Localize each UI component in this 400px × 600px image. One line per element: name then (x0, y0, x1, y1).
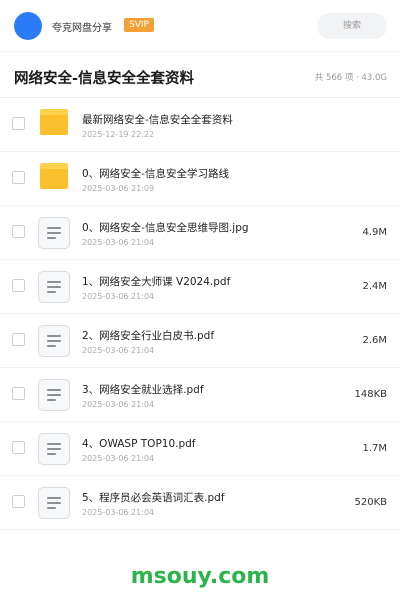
checkbox[interactable] (12, 117, 25, 130)
file-size: 2.4M (362, 281, 387, 292)
file-icon (38, 379, 70, 411)
file-name: 1、网络安全大师课 V2024.pdf (82, 276, 231, 288)
file-date: 2025-12-19 22:22 (82, 130, 155, 139)
checkbox[interactable] (12, 279, 25, 292)
list-item[interactable]: 4、OWASP TOP10.pdf 2025-03-06 21:04 1.7M (0, 422, 400, 476)
file-size: 520KB (354, 497, 387, 508)
svip-badge: SVIP (124, 18, 154, 32)
folder-header: 网络安全-信息安全全套资料 共 566 项 · 43.0G (0, 52, 400, 98)
checkbox[interactable] (12, 171, 25, 184)
file-date: 2025-03-06 21:04 (82, 292, 155, 301)
page-title: 网络安全-信息安全全套资料 (14, 71, 195, 87)
file-size: 4.9M (362, 227, 387, 238)
list-item[interactable]: 1、网络安全大师课 V2024.pdf 2025-03-06 21:04 2.4… (0, 260, 400, 314)
file-size: 2.6M (362, 335, 387, 346)
folder-icon (38, 109, 70, 141)
folder-icon (38, 163, 70, 195)
checkbox[interactable] (12, 387, 25, 400)
file-icon (38, 325, 70, 357)
search-input[interactable] (317, 13, 387, 39)
list-item[interactable]: 2、网络安全行业白皮书.pdf 2025-03-06 21:04 2.6M (0, 314, 400, 368)
list-item[interactable]: 3、网络安全就业选择.pdf 2025-03-06 21:04 148KB (0, 368, 400, 422)
list-item[interactable]: 0、网络安全-信息安全学习路线 2025-03-06 21:09 (0, 152, 400, 206)
checkbox[interactable] (12, 333, 25, 346)
top-bar: 夸克网盘分享 SVIP (0, 0, 400, 52)
file-name: 2、网络安全行业白皮书.pdf (82, 330, 215, 342)
brand-name: 夸克网盘分享 (52, 23, 112, 34)
file-name: 最新网络安全-信息安全全套资料 (82, 114, 233, 126)
file-date: 2025-03-06 21:04 (82, 238, 155, 247)
file-icon (38, 487, 70, 519)
file-date: 2025-03-06 21:09 (82, 184, 155, 193)
avatar[interactable] (14, 12, 42, 40)
file-name: 5、程序员必会英语词汇表.pdf (82, 492, 225, 504)
folder-meta: 共 566 项 · 43.0G (314, 73, 387, 83)
file-icon (38, 271, 70, 303)
file-date: 2025-03-06 21:04 (82, 400, 155, 409)
list-item[interactable]: 0、网络安全-信息安全思维导图.jpg 2025-03-06 21:04 4.9… (0, 206, 400, 260)
file-name: 3、网络安全就业选择.pdf (82, 384, 204, 396)
file-size: 148KB (354, 389, 387, 400)
file-list: 最新网络安全-信息安全全套资料 2025-12-19 22:22 0、网络安全-… (0, 98, 400, 530)
file-date: 2025-03-06 21:04 (82, 508, 155, 517)
checkbox[interactable] (12, 225, 25, 238)
file-name: 0、网络安全-信息安全学习路线 (82, 168, 229, 180)
checkbox[interactable] (12, 495, 25, 508)
file-icon (38, 433, 70, 465)
list-item[interactable]: 最新网络安全-信息安全全套资料 2025-12-19 22:22 (0, 98, 400, 152)
list-item[interactable]: 5、程序员必会英语词汇表.pdf 2025-03-06 21:04 520KB (0, 476, 400, 530)
file-date: 2025-03-06 21:04 (82, 454, 155, 463)
file-name: 0、网络安全-信息安全思维导图.jpg (82, 222, 249, 234)
checkbox[interactable] (12, 441, 25, 454)
file-size: 1.7M (362, 443, 387, 454)
watermark: msouy.com (130, 564, 270, 589)
file-name: 4、OWASP TOP10.pdf (82, 438, 196, 450)
file-date: 2025-03-06 21:04 (82, 346, 155, 355)
file-icon (38, 217, 70, 249)
